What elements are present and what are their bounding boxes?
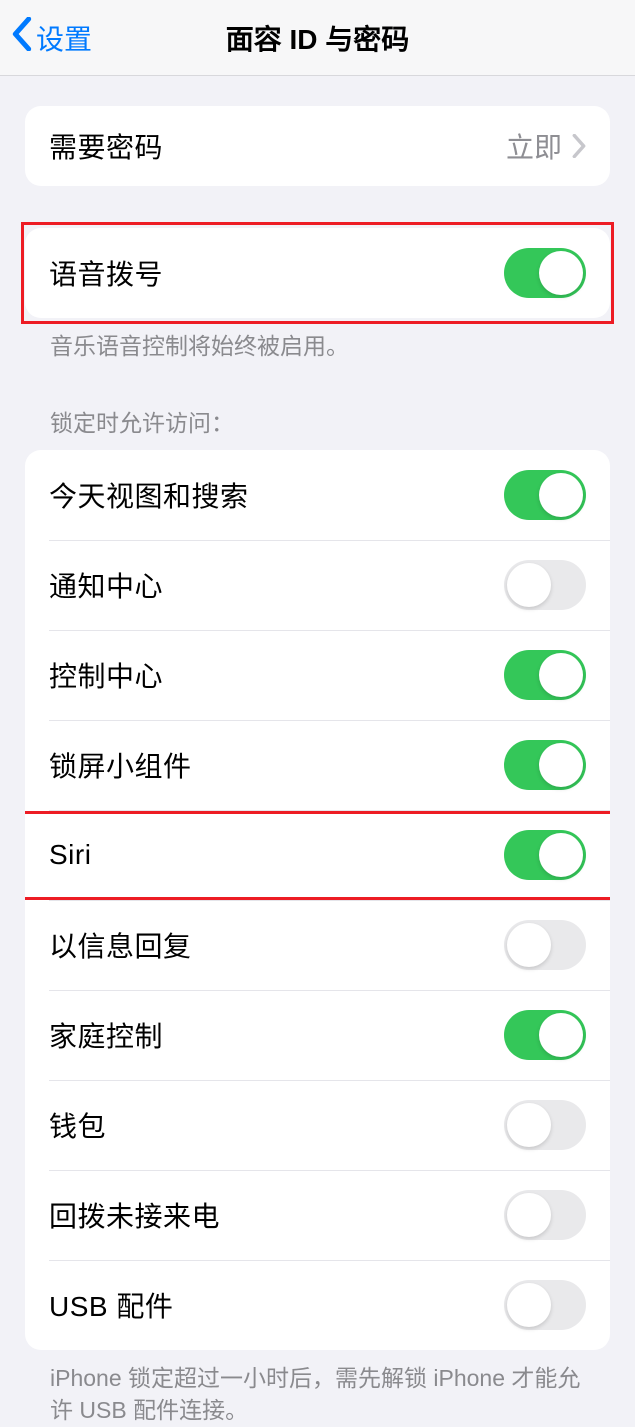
usb-accessories-label: USB 配件 [49,1285,173,1325]
siri-label: Siri [49,839,91,871]
voice-dial-footer: 音乐语音控制将始终被启用。 [0,318,635,362]
require-passcode-label: 需要密码 [49,126,163,166]
lock-access-header: 锁定时允许访问： [0,404,635,450]
chevron-left-icon [12,17,32,58]
today-view-label: 今天视图和搜索 [49,475,249,515]
wallet-label: 钱包 [49,1105,106,1145]
require-passcode-value: 立即 [506,126,562,166]
control-center-label: 控制中心 [49,655,163,695]
home-control-row: 家庭控制 [25,990,610,1080]
voice-dial-toggle[interactable] [504,248,586,298]
require-passcode-group: 需要密码 立即 [25,106,610,186]
home-control-toggle[interactable] [504,1010,586,1060]
reply-message-toggle[interactable] [504,920,586,970]
reply-message-label: 以信息回复 [49,925,192,965]
lock-screen-widgets-label: 锁屏小组件 [49,745,192,785]
return-missed-calls-label: 回拨未接来电 [49,1195,220,1235]
voice-dial-row: 语音拨号 [25,228,610,318]
siri-toggle[interactable] [504,830,586,880]
require-passcode-row[interactable]: 需要密码 立即 [25,106,610,186]
notification-center-row: 通知中心 [25,540,610,630]
siri-row: Siri [25,810,610,900]
today-view-row: 今天视图和搜索 [25,450,610,540]
nav-bar: 设置 面容 ID 与密码 [0,0,635,76]
wallet-row: 钱包 [25,1080,610,1170]
usb-accessories-row: USB 配件 [25,1260,610,1350]
home-control-label: 家庭控制 [49,1015,163,1055]
chevron-right-icon [572,134,586,158]
usb-accessories-toggle[interactable] [504,1280,586,1330]
voice-dial-group: 语音拨号 [25,228,610,318]
lock-screen-widgets-toggle[interactable] [504,740,586,790]
return-missed-calls-row: 回拨未接来电 [25,1170,610,1260]
control-center-toggle[interactable] [504,650,586,700]
return-missed-calls-toggle[interactable] [504,1190,586,1240]
notification-center-toggle[interactable] [504,560,586,610]
back-button[interactable]: 设置 [12,17,92,58]
lock-access-group: 今天视图和搜索 通知中心 控制中心 锁屏小组件 Siri 以信息回复 家庭控制 [25,450,610,1350]
page-title: 面容 ID 与密码 [0,18,635,58]
today-view-toggle[interactable] [504,470,586,520]
control-center-row: 控制中心 [25,630,610,720]
notification-center-label: 通知中心 [49,565,163,605]
reply-message-row: 以信息回复 [25,900,610,990]
back-label: 设置 [36,18,92,58]
lock-screen-widgets-row: 锁屏小组件 [25,720,610,810]
wallet-toggle[interactable] [504,1100,586,1150]
voice-dial-label: 语音拨号 [49,253,163,293]
usb-footer: iPhone 锁定超过一小时后，需先解锁 iPhone 才能允许 USB 配件连… [0,1350,635,1426]
